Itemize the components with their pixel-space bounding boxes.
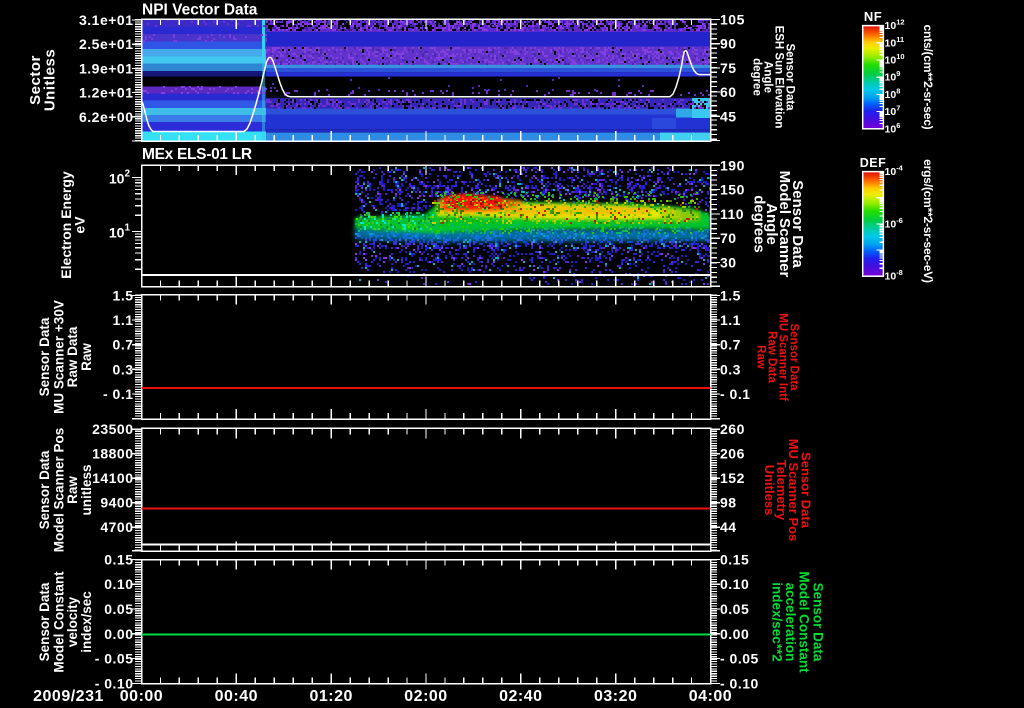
svg-text:0.3: 0.3 <box>720 361 741 377</box>
svg-text:0.10: 0.10 <box>104 576 133 592</box>
svg-text:90: 90 <box>720 36 737 52</box>
svg-text:18800: 18800 <box>92 446 133 462</box>
svg-text:0.7: 0.7 <box>113 337 134 353</box>
svg-text:206: 206 <box>720 446 745 462</box>
svg-text:45: 45 <box>720 108 737 124</box>
svg-text:70: 70 <box>720 230 737 246</box>
svg-text:0.00: 0.00 <box>104 626 133 642</box>
svg-text:ergs/(cm**2-sr-sec-eV): ergs/(cm**2-sr-sec-eV) <box>921 159 935 283</box>
svg-text:00:00: 00:00 <box>120 688 163 705</box>
svg-text:- 0.05: - 0.05 <box>720 651 759 667</box>
svg-text:75: 75 <box>720 60 737 76</box>
svg-text:DEF: DEF <box>860 156 887 170</box>
svg-text:01:20: 01:20 <box>309 688 352 705</box>
svg-text:1.5: 1.5 <box>720 288 741 304</box>
svg-text:- 0.1: - 0.1 <box>720 386 751 402</box>
svg-text:1.1: 1.1 <box>113 312 134 328</box>
svg-text:NPI Vector Data: NPI Vector Data <box>142 2 258 19</box>
svg-text:0.05: 0.05 <box>720 601 749 617</box>
svg-text:4700: 4700 <box>100 519 133 535</box>
svg-text:190: 190 <box>720 157 745 173</box>
svg-text:3.1e+01: 3.1e+01 <box>79 12 134 28</box>
svg-text:NF: NF <box>864 9 882 24</box>
svg-text:SectorUnitless: SectorUnitless <box>27 49 58 111</box>
svg-text:98: 98 <box>720 495 737 511</box>
svg-text:0.7: 0.7 <box>720 337 741 353</box>
svg-text:1.9e+01: 1.9e+01 <box>79 60 134 76</box>
svg-text:02:40: 02:40 <box>499 688 542 705</box>
svg-text:00:40: 00:40 <box>215 688 258 705</box>
svg-text:60: 60 <box>720 84 737 100</box>
svg-text:6.2e+00: 6.2e+00 <box>79 109 134 125</box>
svg-text:0.05: 0.05 <box>104 601 133 617</box>
svg-text:0.10: 0.10 <box>720 576 749 592</box>
svg-text:44: 44 <box>720 519 737 535</box>
svg-text:152: 152 <box>720 470 745 486</box>
svg-text:1.2e+01: 1.2e+01 <box>79 85 134 101</box>
svg-text:03:20: 03:20 <box>594 688 637 705</box>
svg-text:2009/231: 2009/231 <box>33 688 104 705</box>
svg-text:- 0.1: - 0.1 <box>103 386 134 402</box>
svg-text:MEx ELS-01 LR: MEx ELS-01 LR <box>142 146 252 163</box>
svg-text:2.5e+01: 2.5e+01 <box>79 36 134 52</box>
svg-text:105: 105 <box>720 12 745 28</box>
svg-text:02:00: 02:00 <box>404 688 447 705</box>
svg-text:Sensor DataModel Constantaccel: Sensor DataModel Constantaccelerationind… <box>770 571 826 673</box>
svg-text:14100: 14100 <box>92 470 133 486</box>
svg-text:260: 260 <box>720 421 745 437</box>
svg-text:04:00: 04:00 <box>689 688 732 705</box>
svg-text:1.1: 1.1 <box>720 312 741 328</box>
svg-text:23500: 23500 <box>92 421 133 437</box>
svg-text:0.15: 0.15 <box>104 551 133 567</box>
svg-text:1.5: 1.5 <box>113 288 134 304</box>
svg-text:0.00: 0.00 <box>720 626 749 642</box>
svg-text:9400: 9400 <box>100 495 133 511</box>
svg-text:150: 150 <box>720 182 745 198</box>
svg-text:110: 110 <box>720 206 744 222</box>
svg-text:- 0.05: - 0.05 <box>95 651 134 667</box>
svg-text:30: 30 <box>720 255 737 271</box>
svg-text:cnts/(cm**2-sr-sec): cnts/(cm**2-sr-sec) <box>921 25 935 130</box>
svg-text:0.3: 0.3 <box>113 361 134 377</box>
svg-text:0.15: 0.15 <box>720 551 749 567</box>
